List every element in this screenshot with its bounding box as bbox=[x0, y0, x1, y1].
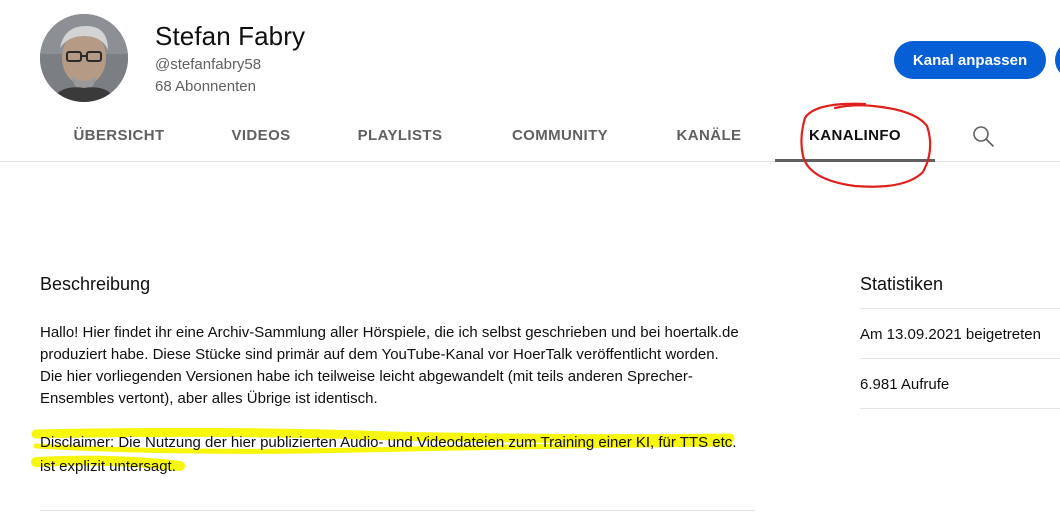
stats-heading: Statistiken bbox=[860, 274, 944, 294]
channel-name: Stefan Fabry bbox=[155, 21, 306, 51]
stats-divider bbox=[860, 408, 1060, 409]
tab-playlists[interactable]: PLAYLISTS bbox=[352, 110, 448, 161]
channel-handle: @stefanfabry58 bbox=[155, 56, 262, 73]
stat-joined: Am 13.09.2021 beigetreten bbox=[860, 325, 1041, 343]
avatar[interactable] bbox=[40, 14, 128, 102]
customize-channel-button[interactable]: Kanal anpassen bbox=[894, 41, 1046, 79]
disclaimer-text: Disclaimer: Die Nutzung der hier publizi… bbox=[40, 431, 770, 479]
avatar-image bbox=[40, 14, 128, 102]
disclaimer-line-2: ist explizit untersagt. bbox=[40, 458, 176, 475]
subscriber-count: 68 Abonnenten bbox=[155, 78, 256, 95]
stat-views: 6.981 Aufrufe bbox=[860, 375, 950, 393]
manage-videos-button[interactable] bbox=[1055, 41, 1060, 79]
tab-overview[interactable]: ÜBERSICHT bbox=[72, 110, 166, 161]
description-text: Hallo! Hier findet ihr eine Archiv-Samml… bbox=[40, 324, 739, 407]
tab-channels[interactable]: KANÄLE bbox=[670, 110, 748, 161]
channel-tabs: ÜBERSICHT VIDEOS PLAYLISTS COMMUNITY KAN… bbox=[0, 110, 1060, 162]
search-icon[interactable] bbox=[971, 124, 995, 148]
tab-community[interactable]: COMMUNITY bbox=[505, 110, 615, 161]
tab-videos[interactable]: VIDEOS bbox=[222, 110, 300, 161]
disclaimer-line-1: Disclaimer: Die Nutzung der hier publizi… bbox=[40, 434, 737, 451]
description-divider bbox=[40, 510, 755, 511]
description-heading: Beschreibung bbox=[40, 274, 151, 294]
tab-about[interactable]: KANALINFO bbox=[775, 110, 935, 162]
